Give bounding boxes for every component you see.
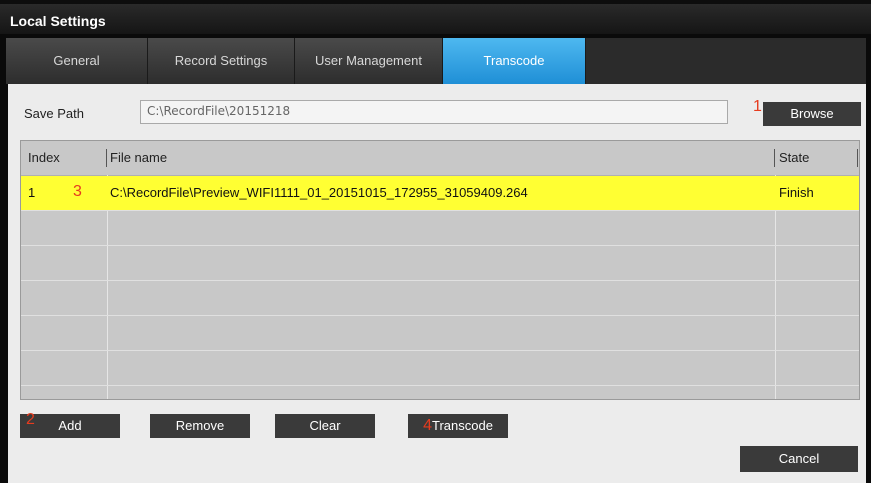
local-settings-window: Local Settings General Record Settings U… — [0, 0, 871, 483]
step-marker-row: 3 — [73, 183, 82, 200]
remove-button[interactable]: Remove — [150, 414, 250, 438]
row-state: Finish — [779, 185, 814, 200]
table-row-empty — [21, 281, 859, 316]
tab-general[interactable]: General — [6, 38, 148, 84]
tab-bar: General Record Settings User Management … — [6, 38, 866, 84]
column-header-state[interactable]: State — [779, 150, 809, 165]
table-row-empty — [21, 211, 859, 246]
add-button[interactable]: 2 Add — [20, 411, 120, 438]
column-header-file-name[interactable]: File name — [110, 150, 167, 165]
transcode-button-label: Transcode — [431, 418, 493, 433]
column-divider — [106, 149, 107, 167]
tab-transcode[interactable]: Transcode — [443, 38, 586, 84]
column-divider — [857, 149, 858, 167]
transcode-file-table: Index File name State 1 3 C:\RecordFile\… — [20, 140, 860, 400]
table-row-empty — [21, 246, 859, 281]
table-row[interactable]: 1 3 C:\RecordFile\Preview_WIFI1111_01_20… — [21, 176, 859, 211]
title-bar: Local Settings — [0, 0, 871, 34]
row-file-name: C:\RecordFile\Preview_WIFI1111_01_201510… — [110, 185, 528, 200]
clear-button[interactable]: Clear — [275, 414, 375, 438]
save-path-label: Save Path — [24, 106, 84, 121]
tab-record-settings[interactable]: Record Settings — [148, 38, 295, 84]
cancel-button[interactable]: Cancel — [740, 446, 858, 472]
row-index: 1 — [28, 185, 36, 200]
table-row-empty — [21, 316, 859, 351]
add-button-label: Add — [58, 418, 82, 433]
step-marker-add: 2 — [26, 411, 35, 428]
browse-button[interactable]: Browse — [763, 102, 861, 126]
transcode-button[interactable]: 4Transcode — [408, 414, 508, 438]
transcode-panel: Save Path C:\RecordFile\20151218 1 Brows… — [8, 84, 866, 483]
step-marker-browse: 1 — [753, 98, 762, 115]
window-title: Local Settings — [10, 13, 106, 29]
column-divider — [774, 149, 775, 167]
save-path-field[interactable]: C:\RecordFile\20151218 — [140, 100, 728, 124]
tab-user-management[interactable]: User Management — [295, 38, 443, 84]
column-header-index[interactable]: Index — [28, 150, 60, 165]
table-row-empty — [21, 351, 859, 386]
table-header: Index File name State — [21, 141, 859, 176]
step-marker-transcode: 4 — [423, 417, 432, 434]
